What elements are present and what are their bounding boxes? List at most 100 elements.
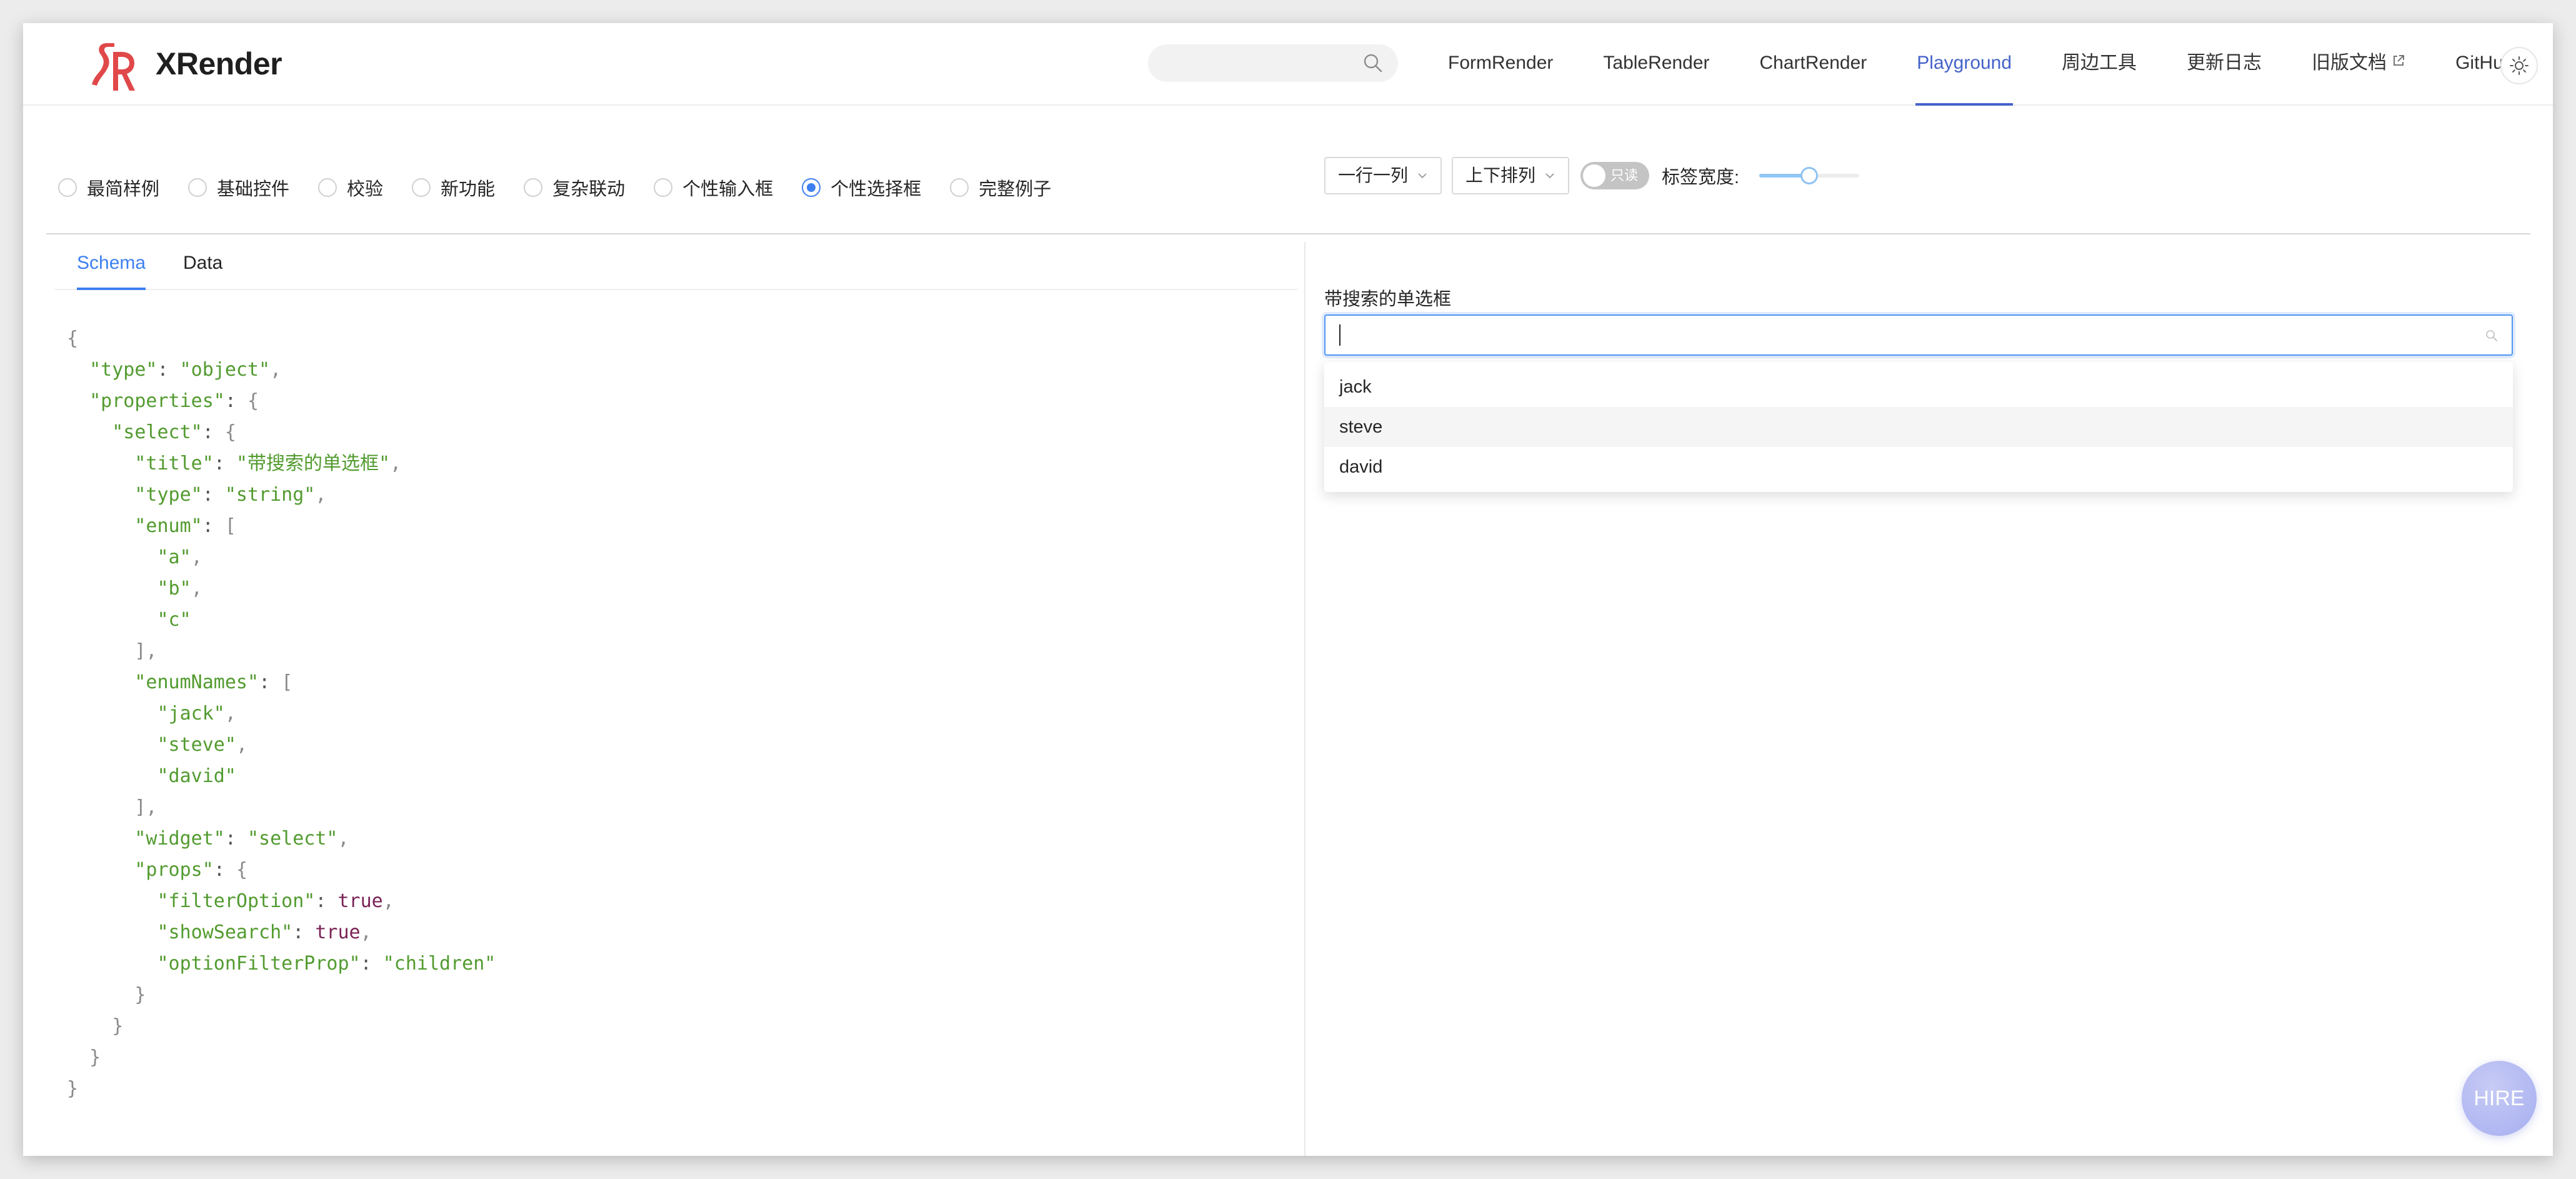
code-token: "string" bbox=[224, 484, 316, 506]
theme-toggle-button[interactable] bbox=[2500, 47, 2538, 84]
radio-circle[interactable] bbox=[950, 178, 969, 197]
nav-item-2[interactable]: ChartRender bbox=[1760, 23, 1867, 104]
tab-schema[interactable]: Schema bbox=[77, 239, 146, 290]
code-token: } bbox=[89, 1046, 101, 1068]
code-token: : bbox=[224, 390, 247, 412]
code-token: "jack" bbox=[157, 703, 225, 725]
slider-handle[interactable] bbox=[1800, 167, 1819, 184]
example-radio-2[interactable]: 校验 bbox=[318, 174, 383, 201]
code-token: "c" bbox=[157, 609, 191, 631]
code-line: "optionFilterProp": "children" bbox=[67, 948, 496, 980]
top-header: XRender FormRender TableRender ChartRender… bbox=[23, 23, 2553, 106]
search-select-input[interactable] bbox=[1324, 314, 2513, 356]
dropdown-option-steve[interactable]: steve bbox=[1324, 407, 2513, 447]
panel-divider[interactable] bbox=[1304, 242, 1305, 1156]
code-line: "type": "object", bbox=[67, 354, 496, 386]
code-line: } bbox=[67, 1011, 496, 1042]
code-token: "b" bbox=[157, 578, 191, 600]
field-label: 带搜索的单选框 bbox=[1324, 289, 1452, 309]
example-radio-4[interactable]: 复杂联动 bbox=[524, 174, 625, 201]
label-width-slider[interactable] bbox=[1759, 163, 1860, 188]
example-radio-6[interactable]: 个性选择框 bbox=[802, 174, 921, 201]
tab-data[interactable]: Data bbox=[183, 239, 222, 289]
code-line: "jack", bbox=[67, 698, 496, 730]
code-token: "select" bbox=[112, 421, 202, 443]
radio-circle[interactable] bbox=[524, 178, 543, 197]
dropdown-option-david[interactable]: david bbox=[1324, 447, 2513, 487]
search-icon bbox=[2486, 330, 2497, 341]
site-search[interactable] bbox=[1148, 44, 1398, 83]
example-radio-1[interactable]: 基础控件 bbox=[188, 174, 289, 201]
nav-item-label: FormRender bbox=[1448, 53, 1554, 73]
search-icon[interactable] bbox=[1363, 53, 1383, 73]
radio-label: 复杂联动 bbox=[552, 179, 626, 199]
search-select-text[interactable] bbox=[1338, 316, 2465, 356]
columns-select[interactable]: 一行一列 bbox=[1324, 157, 1442, 194]
search-input[interactable] bbox=[1162, 44, 1352, 83]
readonly-switch-label: 只读 bbox=[1610, 168, 1639, 183]
radio-circle[interactable] bbox=[318, 178, 337, 197]
radio-label: 完整例子 bbox=[979, 179, 1052, 199]
code-line: "properties": { bbox=[67, 386, 496, 417]
code-token: "title" bbox=[134, 453, 214, 474]
code-line: "filterOption": true, bbox=[67, 886, 496, 917]
radio-circle[interactable] bbox=[654, 178, 673, 197]
xrender-logo-icon[interactable] bbox=[86, 38, 139, 93]
radio-circle[interactable] bbox=[802, 178, 821, 197]
layout-select[interactable]: 上下排列 bbox=[1452, 157, 1570, 194]
nav-item-label: TableRender bbox=[1603, 53, 1710, 73]
code-line: ], bbox=[67, 636, 496, 667]
radio-circle[interactable] bbox=[412, 178, 431, 197]
nav-item-1[interactable]: TableRender bbox=[1603, 23, 1709, 104]
code-line: "showSearch": true, bbox=[67, 917, 496, 948]
code-token: , bbox=[315, 484, 327, 506]
code-line: "enumNames": [ bbox=[67, 667, 496, 698]
radio-circle[interactable] bbox=[188, 178, 207, 197]
example-radio-0[interactable]: 最简样例 bbox=[58, 174, 159, 201]
code-token: "a" bbox=[157, 546, 191, 568]
code-token: [ bbox=[224, 515, 236, 537]
hire-button[interactable]: HIRE bbox=[2462, 1061, 2537, 1136]
code-token: { bbox=[247, 390, 259, 412]
code-token: ], bbox=[134, 796, 157, 818]
nav-item-3[interactable]: Playground bbox=[1915, 23, 2013, 106]
code-token: "props" bbox=[134, 859, 214, 881]
nav-item-4[interactable]: 周边工具 bbox=[2062, 23, 2137, 104]
code-token: : bbox=[213, 859, 236, 881]
code-token: : bbox=[213, 453, 236, 474]
example-radio-7[interactable]: 完整例子 bbox=[950, 174, 1051, 201]
code-line: "a", bbox=[67, 542, 496, 573]
readonly-switch[interactable]: 只读 bbox=[1580, 162, 1650, 189]
code-token: : bbox=[315, 890, 338, 912]
code-line: } bbox=[67, 1073, 496, 1105]
code-token: } bbox=[67, 1078, 79, 1100]
logo-text[interactable]: XRender bbox=[156, 46, 282, 82]
code-token: "steve" bbox=[157, 734, 236, 756]
code-token: : bbox=[202, 484, 225, 506]
code-line: "steve", bbox=[67, 730, 496, 761]
radio-circle[interactable] bbox=[58, 178, 77, 197]
code-token: : bbox=[202, 421, 225, 443]
schema-code-editor[interactable]: { "type": "object", "properties": { "sel… bbox=[67, 323, 496, 1105]
nav-item-5[interactable]: 更新日志 bbox=[2187, 23, 2262, 104]
code-token: : bbox=[259, 671, 282, 693]
code-line: ], bbox=[67, 792, 496, 823]
code-line: "c" bbox=[67, 605, 496, 636]
nav-item-0[interactable]: FormRender bbox=[1448, 23, 1553, 104]
code-token: , bbox=[191, 578, 202, 600]
code-token: } bbox=[134, 984, 146, 1006]
dropdown-option-jack[interactable]: jack bbox=[1324, 367, 2513, 407]
nav-item-6[interactable]: 旧版文档 bbox=[2312, 23, 2405, 104]
example-radio-group: 最简样例 基础控件 校验 新功能 复杂联动 个性输入框 个性选择框 完整例子 bbox=[58, 175, 1080, 200]
layout-select-value: 上下排列 bbox=[1465, 166, 1536, 185]
example-radio-5[interactable]: 个性输入框 bbox=[654, 174, 773, 201]
example-radio-3[interactable]: 新功能 bbox=[412, 174, 495, 201]
